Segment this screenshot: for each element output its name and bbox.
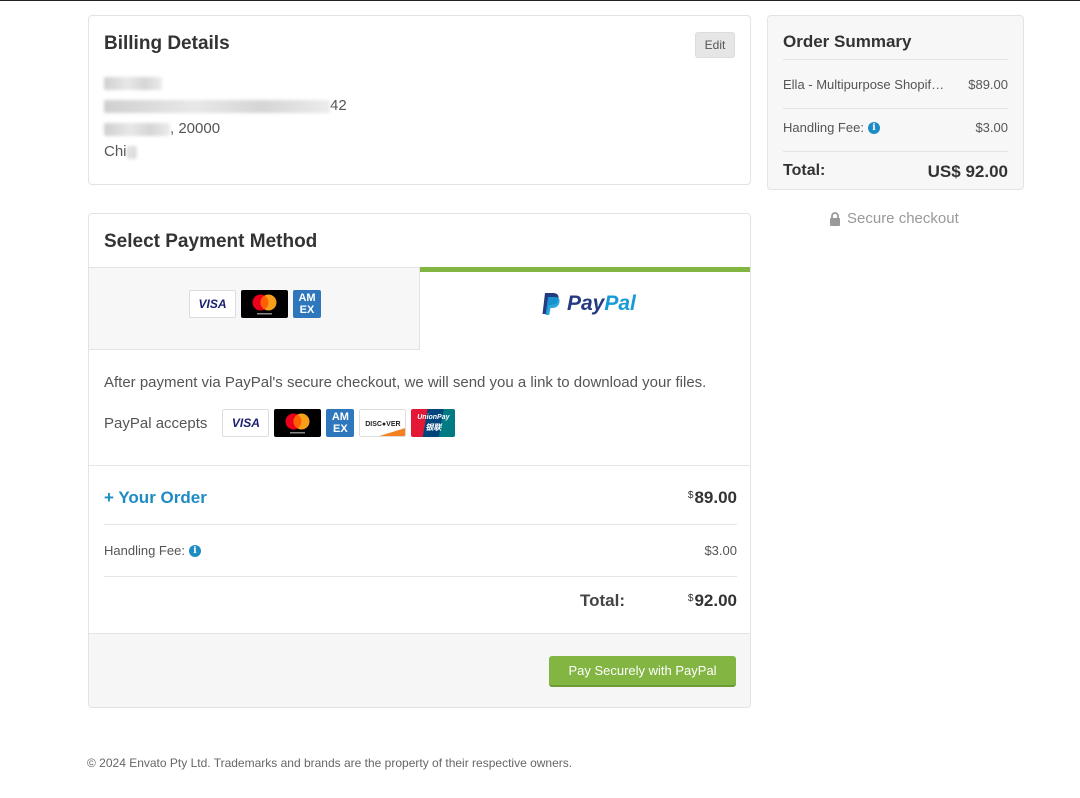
unionpay-icon: UnionPay 银联 <box>411 409 456 437</box>
discover-icon: DISC●VER <box>359 409 407 437</box>
summary-item-row: Ella - Multipurpose Shopif… $89.00 <box>783 77 1008 92</box>
total-amount: $92.00 <box>687 591 737 610</box>
divider <box>104 524 737 525</box>
amex-icon: AM EX <box>293 290 321 318</box>
billing-title: Billing Details <box>104 33 230 54</box>
tab-credit-card[interactable]: VISA AM EX <box>89 267 420 350</box>
lock-icon <box>830 211 840 226</box>
divider <box>783 59 1008 60</box>
accepted-card-logos: VISA AM EX DISC●VER UnionPay 银联 <box>222 409 456 437</box>
visa-icon: VISA <box>222 409 270 437</box>
paypal-info-text: After payment via PayPal's secure checko… <box>104 374 707 391</box>
summary-total-row: Total: US$ 92.00 <box>783 162 1008 181</box>
tab-paypal[interactable]: PayPal <box>420 267 750 350</box>
payment-tabs: VISA AM EX PayPal <box>89 267 750 350</box>
summary-fee-amount: $3.00 <box>975 120 1008 135</box>
address-line-2: 42 <box>104 97 347 114</box>
handling-fee-amount: $3.00 <box>704 543 737 558</box>
handling-fee-label: Handling Fee: i <box>104 543 737 558</box>
payment-method-card: Select Payment Method VISA AM EX PayPal A <box>88 213 751 708</box>
summary-item-price: $89.00 <box>968 77 1008 92</box>
divider <box>89 465 750 466</box>
paypal-logo: PayPal <box>541 292 636 316</box>
divider <box>783 151 1008 152</box>
divider <box>104 576 737 577</box>
card-logos: VISA AM EX <box>189 290 321 318</box>
address-line-3: , 20000 <box>104 120 220 137</box>
summary-fee-label: Handling Fee: <box>783 120 864 135</box>
amex-icon: AM EX <box>326 409 355 437</box>
copyright-text: © 2024 Envato Pty Ltd. Trademarks and br… <box>87 756 573 770</box>
info-icon[interactable]: i <box>867 121 880 134</box>
your-order-amount: $89.00 <box>687 488 737 507</box>
summary-total-amount: US$ 92.00 <box>927 162 1008 181</box>
summary-item-name: Ella - Multipurpose Shopif… <box>783 77 945 92</box>
secure-checkout-text: Secure checkout <box>847 210 959 227</box>
edit-billing-button[interactable]: Edit <box>695 32 735 58</box>
divider <box>783 108 1008 109</box>
address-line-4: Chi <box>104 143 137 160</box>
info-icon[interactable]: i <box>188 544 201 557</box>
address-line-1 <box>104 74 162 91</box>
order-summary-title: Order Summary <box>783 32 912 51</box>
paypal-accepts-label: PayPal accepts <box>104 414 208 432</box>
summary-total-label: Total: <box>783 162 826 179</box>
total-row: Total: $92.00 <box>104 591 737 615</box>
your-order-row: + Your Order $89.00 <box>104 488 737 508</box>
your-order-toggle[interactable]: + Your Order <box>104 488 207 507</box>
secure-checkout: Secure checkout <box>829 210 959 227</box>
pay-with-paypal-button[interactable]: Pay Securely with PayPal <box>549 656 736 687</box>
handling-fee-row: Handling Fee: i $3.00 <box>104 543 737 558</box>
payment-footer: Pay Securely with PayPal <box>89 633 750 707</box>
paypal-p-icon <box>542 293 560 315</box>
paypal-accepts: PayPal accepts VISA AM EX DISC●VER UnionP… <box>104 409 456 437</box>
payment-title: Select Payment Method <box>104 231 318 252</box>
billing-details-card: Billing Details Edit 42 , 20000 Chi <box>88 15 751 185</box>
summary-fee-row: Handling Fee: i $3.00 <box>783 120 1008 135</box>
order-summary-card: Order Summary Ella - Multipurpose Shopif… <box>767 15 1024 190</box>
visa-icon: VISA <box>189 290 236 318</box>
mastercard-icon <box>241 290 288 318</box>
mastercard-icon <box>274 409 322 437</box>
top-border <box>0 0 1080 1</box>
total-label: Total: <box>579 591 625 610</box>
